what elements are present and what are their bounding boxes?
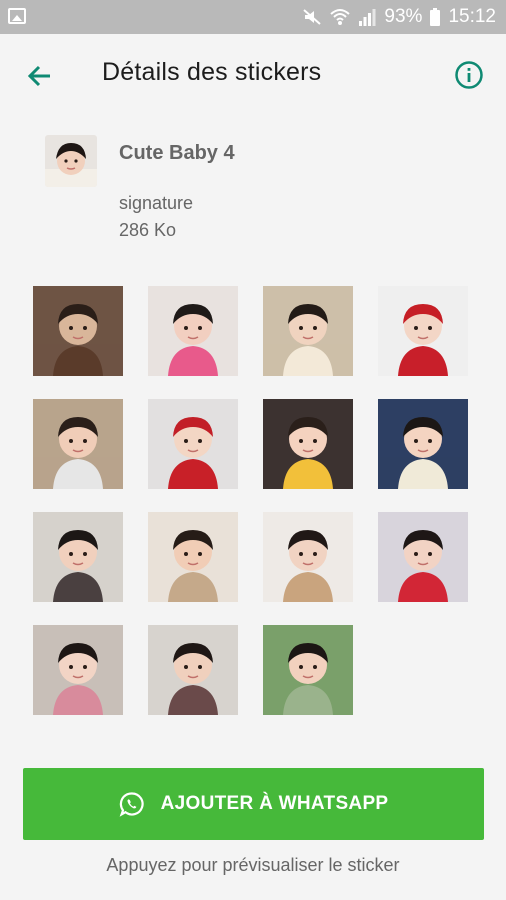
sticker-thumbnail[interactable] — [33, 625, 123, 715]
status-icons: 93% 15:12 — [302, 5, 496, 29]
pack-name: Cute Baby 4 — [119, 142, 235, 164]
wifi-icon — [330, 9, 351, 25]
mute-icon — [303, 9, 322, 25]
battery-text: 93% — [384, 6, 423, 27]
page-title: Détails des stickers — [102, 58, 322, 86]
sticker-grid — [33, 286, 473, 716]
sticker-thumbnail[interactable] — [148, 286, 238, 376]
pack-author: signature — [119, 193, 194, 213]
sticker-thumbnail[interactable] — [263, 399, 353, 489]
sticker-thumbnail[interactable] — [378, 512, 468, 602]
sticker-thumbnail[interactable] — [33, 512, 123, 602]
sticker-thumbnail[interactable] — [378, 286, 468, 376]
gallery-icon — [8, 8, 26, 24]
pack-tray-icon — [45, 135, 97, 187]
sticker-thumbnail[interactable] — [263, 286, 353, 376]
whatsapp-icon — [119, 792, 144, 817]
sticker-thumbnail[interactable] — [378, 399, 468, 489]
add-button-label: AJOUTER À WHATSAPP — [160, 793, 389, 814]
sticker-thumbnail[interactable] — [263, 625, 353, 715]
pack-size: 286 Ko — [119, 220, 177, 240]
sticker-thumbnail[interactable] — [148, 399, 238, 489]
clock: 15:12 — [448, 6, 496, 27]
arrow-left-icon[interactable] — [24, 60, 56, 92]
sticker-thumbnail[interactable] — [263, 512, 353, 602]
sticker-thumbnail[interactable] — [33, 399, 123, 489]
signal-icon — [359, 9, 376, 26]
info-icon[interactable] — [454, 60, 484, 90]
sticker-thumbnail[interactable] — [33, 286, 123, 376]
battery-icon — [430, 8, 441, 26]
status-bar: 93% 15:12 — [0, 0, 506, 34]
add-to-whatsapp-button[interactable]: AJOUTER À WHATSAPP — [23, 768, 484, 840]
app-bar: Détails des stickers — [0, 34, 506, 118]
sticker-thumbnail[interactable] — [148, 625, 238, 715]
preview-hint: Appuyez pour prévisualiser le sticker — [106, 855, 400, 875]
sticker-thumbnail[interactable] — [148, 512, 238, 602]
